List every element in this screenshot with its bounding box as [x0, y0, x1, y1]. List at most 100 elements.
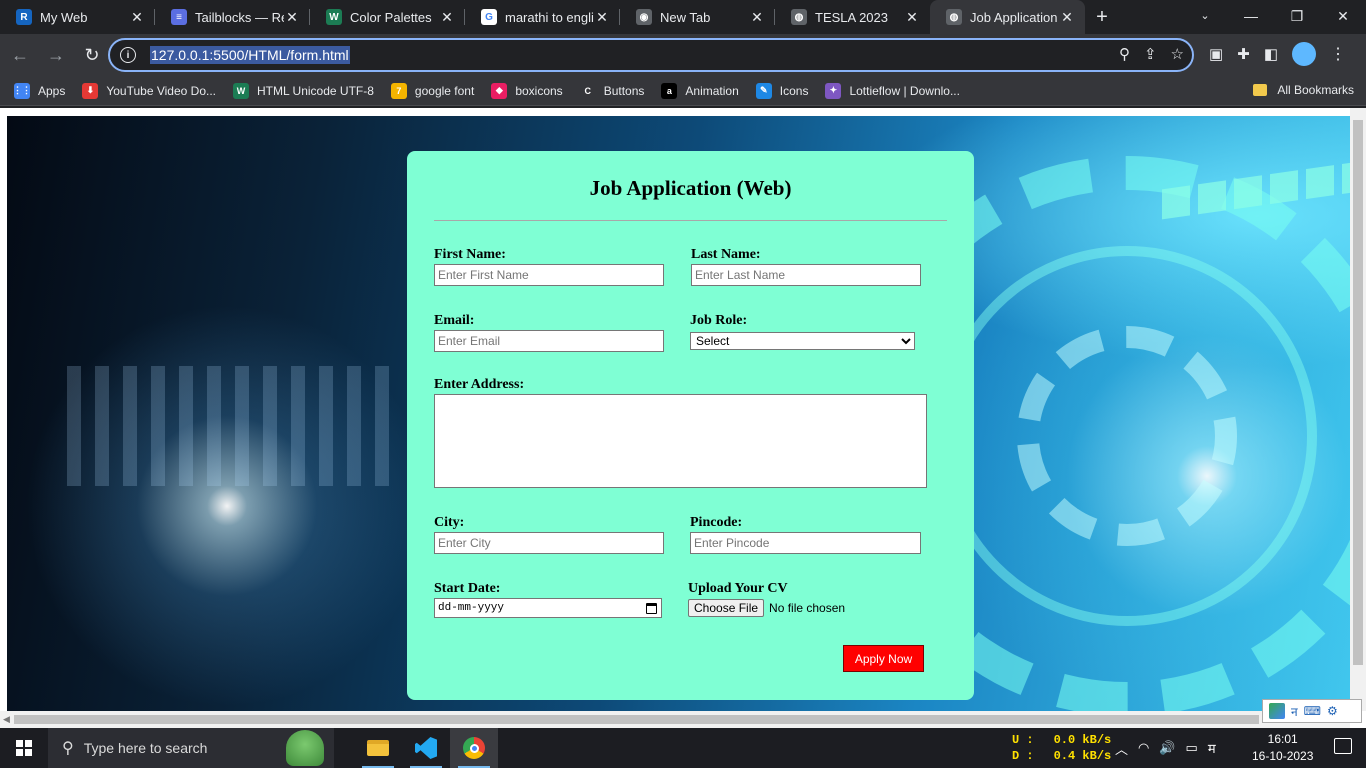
site-info-icon[interactable]: i: [120, 47, 136, 63]
vertical-scroll-thumb[interactable]: [1353, 120, 1363, 665]
city-input[interactable]: [434, 532, 664, 554]
bookmark-favicon-icon: ✦: [825, 82, 842, 99]
scroll-left-icon[interactable]: ◀: [3, 714, 10, 725]
tab-close-icon[interactable]: ✕: [904, 9, 920, 25]
tab-close-icon[interactable]: ✕: [129, 9, 145, 25]
address-bar[interactable]: i 127.0.0.1:5500/HTML/form.html ⚲ ⇪ ☆: [108, 38, 1194, 72]
bookmark-item[interactable]: ✦ Lottieflow | Downlo...: [825, 82, 960, 99]
battery-icon[interactable]: ▭: [1186, 740, 1198, 756]
pincode-input[interactable]: [690, 532, 921, 554]
last-name-input[interactable]: [691, 264, 921, 286]
forward-arrow-icon[interactable]: →: [40, 39, 72, 71]
media-icon[interactable]: ▣: [1209, 45, 1223, 63]
side-panel-icon[interactable]: ◧: [1264, 45, 1278, 63]
clock[interactable]: 16:01 16-10-2023: [1252, 731, 1313, 765]
bookmark-item[interactable]: ◆ boxicons: [491, 82, 563, 99]
all-bookmarks-button[interactable]: All Bookmarks: [1253, 83, 1354, 97]
address-textarea[interactable]: [434, 394, 927, 488]
decor-ring-core: [1017, 326, 1237, 546]
browser-tab[interactable]: ◉ New Tab ✕: [620, 0, 775, 34]
bookmark-item[interactable]: W HTML Unicode UTF-8: [233, 82, 374, 99]
bookmark-item[interactable]: C Buttons: [579, 82, 644, 99]
browser-tab[interactable]: W Color Palettes ✕: [310, 0, 465, 34]
profile-avatar[interactable]: [1292, 42, 1316, 66]
bookmark-item[interactable]: ⋮⋮ Apps: [13, 82, 65, 99]
bookmark-favicon-icon: 7: [390, 82, 407, 99]
ime-lang-icon[interactable]: न: [1291, 703, 1298, 720]
zoom-icon[interactable]: ⚲: [1119, 45, 1130, 63]
start-date-input[interactable]: dd-mm-yyyy: [434, 598, 662, 618]
bookmark-item[interactable]: 7 google font: [390, 82, 475, 99]
tab-favicon-icon: ≡: [171, 9, 187, 25]
tab-search-icon[interactable]: ⌄: [1192, 4, 1218, 26]
language-indicator[interactable]: म: [1208, 739, 1216, 757]
browser-tab[interactable]: ◍ TESLA 2023 ✕: [775, 0, 930, 34]
google-input-icon: [1269, 703, 1285, 719]
wifi-icon[interactable]: ◠: [1138, 740, 1149, 756]
bookmark-label: Lottieflow | Downlo...: [849, 83, 960, 98]
page-viewport: Job Application (Web) First Name: Last N…: [0, 108, 1366, 728]
apply-now-button[interactable]: Apply Now: [843, 645, 924, 672]
keyboard-icon[interactable]: ⌨: [1304, 704, 1321, 718]
tab-favicon-icon: R: [16, 9, 32, 25]
tab-title: Job Application: [970, 9, 1058, 25]
tab-close-icon[interactable]: ✕: [439, 9, 455, 25]
restore-button[interactable]: ❐: [1274, 0, 1320, 32]
date-placeholder: dd-mm-yyyy: [438, 602, 505, 614]
browser-tab[interactable]: ◍ Job Application ✕: [930, 0, 1085, 34]
clock-time: 16:01: [1267, 732, 1298, 746]
tab-close-icon[interactable]: ✕: [1059, 9, 1075, 25]
bookmark-item[interactable]: a Animation: [661, 82, 739, 99]
bookmark-star-icon[interactable]: ☆: [1171, 45, 1184, 63]
volume-icon[interactable]: 🔊: [1159, 740, 1175, 756]
tab-title: TESLA 2023: [815, 9, 888, 25]
taskbar-search[interactable]: ⚲ Type here to search: [48, 728, 334, 768]
ime-toolbar[interactable]: न ⌨ ⚙: [1262, 699, 1362, 723]
minimize-button[interactable]: —: [1228, 0, 1274, 32]
vscode-icon: [415, 737, 437, 759]
job-role-label: Job Role:: [690, 313, 748, 328]
cv-file-input[interactable]: Choose File No file chosen: [688, 599, 845, 617]
bookmark-item[interactable]: ✎ Icons: [755, 82, 808, 99]
tab-close-icon[interactable]: ✕: [594, 9, 610, 25]
browser-tab[interactable]: ≡ Tailblocks — Rea✕: [155, 0, 310, 34]
bookmark-label: Animation: [685, 83, 739, 98]
tab-close-icon[interactable]: ✕: [284, 9, 300, 25]
url-text[interactable]: 127.0.0.1:5500/HTML/form.html: [150, 46, 350, 64]
calendar-icon[interactable]: [646, 603, 657, 614]
extensions-puzzle-icon[interactable]: ✚: [1237, 45, 1250, 63]
job-role-select[interactable]: Select: [690, 332, 915, 350]
first-name-input[interactable]: [434, 264, 664, 286]
email-input[interactable]: [434, 330, 664, 352]
tab-favicon-icon: ◉: [636, 9, 652, 25]
back-arrow-icon[interactable]: ←: [4, 39, 36, 71]
bookmark-favicon-icon: ✎: [755, 82, 772, 99]
close-window-button[interactable]: ✕: [1320, 0, 1366, 32]
notification-icon[interactable]: [1334, 738, 1352, 754]
start-date-label: Start Date:: [434, 581, 501, 596]
settings-gear-icon[interactable]: ⚙: [1327, 704, 1338, 718]
share-icon[interactable]: ⇪: [1144, 45, 1157, 63]
chrome-taskbar[interactable]: [450, 728, 498, 768]
vertical-scrollbar[interactable]: [1350, 108, 1366, 711]
browser-tab[interactable]: R My Web ✕: [0, 0, 155, 34]
start-button[interactable]: [0, 728, 48, 768]
bookmark-favicon-icon: ⋮⋮: [13, 82, 31, 99]
new-tab-button[interactable]: +: [1085, 0, 1119, 34]
vscode-taskbar[interactable]: [402, 728, 450, 768]
tray-chevron-icon[interactable]: ︿: [1115, 739, 1128, 758]
file-explorer-taskbar[interactable]: [354, 728, 402, 768]
menu-kebab-icon[interactable]: ⋮: [1330, 44, 1346, 64]
taskbar-search-placeholder: Type here to search: [83, 740, 208, 756]
horizontal-scrollbar[interactable]: ◀: [0, 711, 1350, 728]
tab-close-icon[interactable]: ✕: [749, 9, 765, 25]
net-down-label: D :: [1012, 749, 1034, 763]
browser-tab[interactable]: Gmarathi to engli ✕: [465, 0, 620, 34]
windows-taskbar: ⚲ Type here to search U : 0.0 kB/s D : 0.4…: [0, 728, 1366, 768]
bookmark-item[interactable]: ⬇ YouTube Video Do...: [82, 82, 216, 99]
reload-icon[interactable]: ↻: [76, 39, 108, 71]
choose-file-button[interactable]: Choose File: [688, 599, 765, 617]
bookmark-list: ⋮⋮ Apps ⬇ YouTube Video Do... W HTML Unicode …: [13, 82, 977, 99]
horizontal-scroll-thumb[interactable]: [14, 715, 1259, 724]
bookmark-label: google font: [414, 83, 475, 98]
